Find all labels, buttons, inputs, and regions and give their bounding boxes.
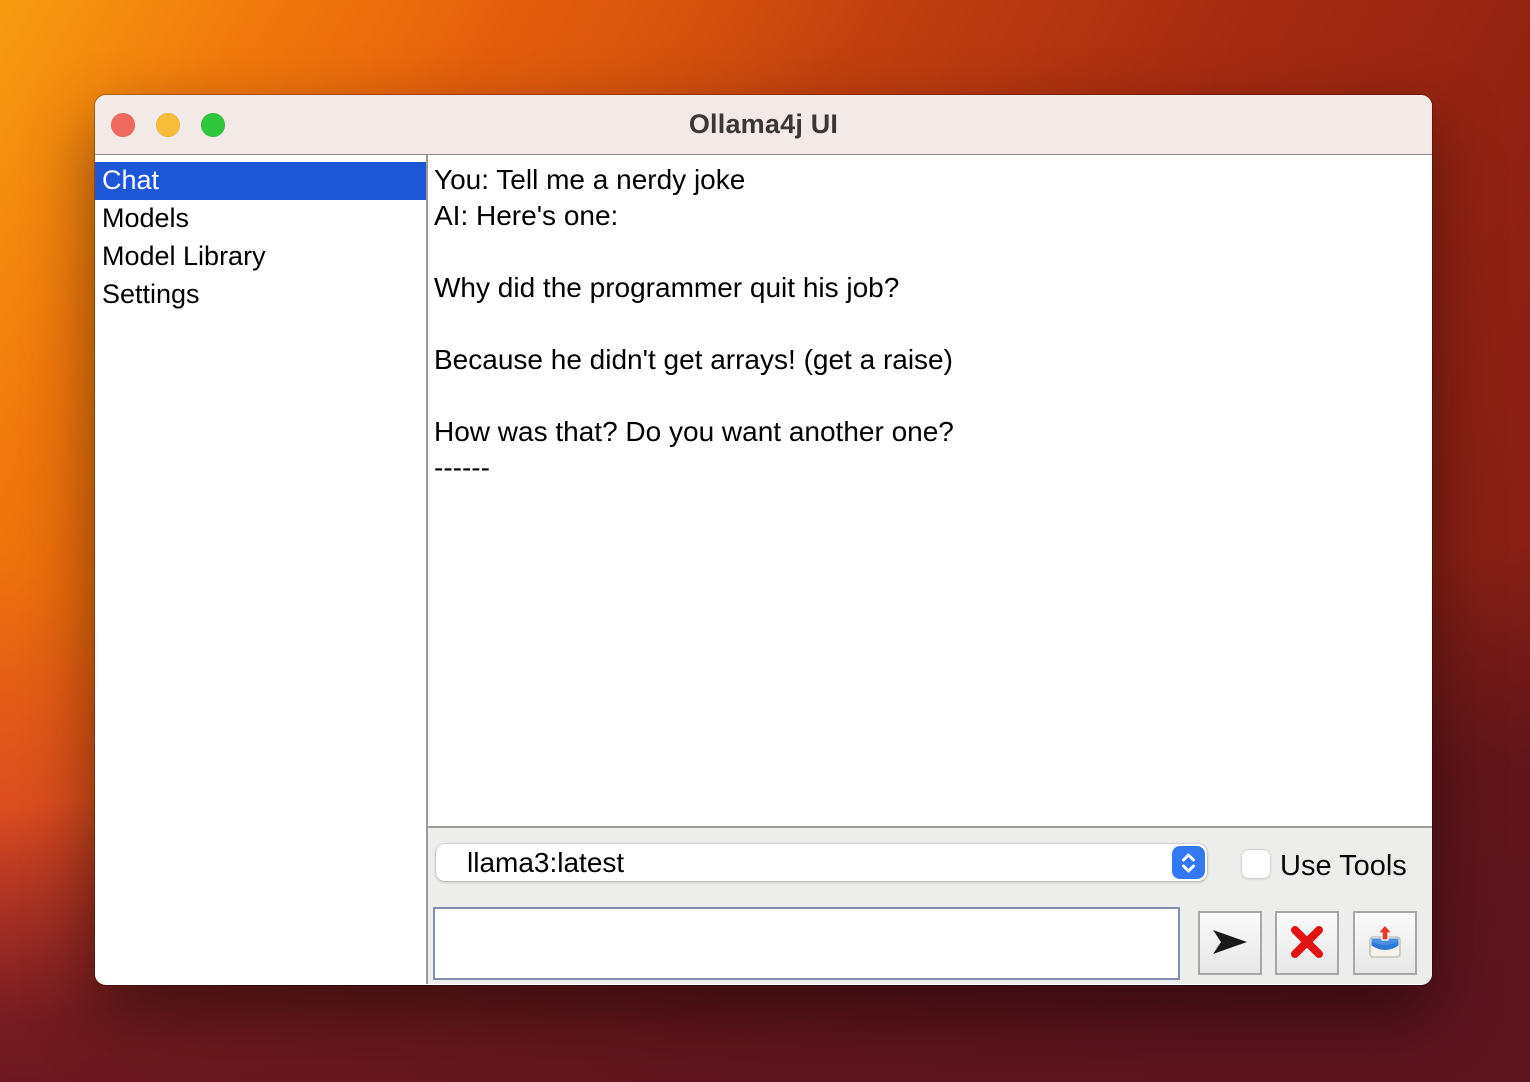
model-select[interactable]: llama3:latest <box>436 844 1207 881</box>
send-button[interactable] <box>1198 911 1262 975</box>
traffic-lights <box>111 95 225 154</box>
desktop-wallpaper: { "window": { "title": "Ollama4j UI" }, … <box>0 0 1530 1082</box>
sidebar-nav-list: Chat Models Model Library Settings <box>95 155 428 984</box>
sidebar-item-settings[interactable]: Settings <box>95 276 426 314</box>
send-arrow-icon <box>1210 926 1250 961</box>
composer-panel: llama3:latest Use Tools <box>428 828 1432 984</box>
up-down-chevrons-icon <box>1172 846 1205 879</box>
sidebar-item-model-library[interactable]: Model Library <box>95 238 426 276</box>
window-title: Ollama4j UI <box>689 109 838 140</box>
minimize-button[interactable] <box>156 113 180 137</box>
model-select-value: llama3:latest <box>467 847 624 879</box>
chat-transcript: You: Tell me a nerdy joke AI: Here's one… <box>428 155 1432 828</box>
red-x-icon <box>1288 923 1326 964</box>
close-button[interactable] <box>111 113 135 137</box>
message-input[interactable] <box>433 907 1180 980</box>
upload-tray-icon <box>1365 923 1405 964</box>
app-window: Ollama4j UI Chat Models Model Library Se… <box>95 95 1432 985</box>
upload-button[interactable] <box>1353 911 1417 975</box>
sidebar-item-models[interactable]: Models <box>95 200 426 238</box>
titlebar: Ollama4j UI <box>95 95 1432 155</box>
window-body: Chat Models Model Library Settings You: … <box>95 155 1432 984</box>
chat-pane: You: Tell me a nerdy joke AI: Here's one… <box>428 155 1432 984</box>
sidebar-item-chat[interactable]: Chat <box>95 162 426 200</box>
use-tools-label: Use Tools <box>1280 850 1407 883</box>
use-tools-checkbox[interactable] <box>1242 850 1270 878</box>
cancel-button[interactable] <box>1275 911 1339 975</box>
zoom-button[interactable] <box>201 113 225 137</box>
